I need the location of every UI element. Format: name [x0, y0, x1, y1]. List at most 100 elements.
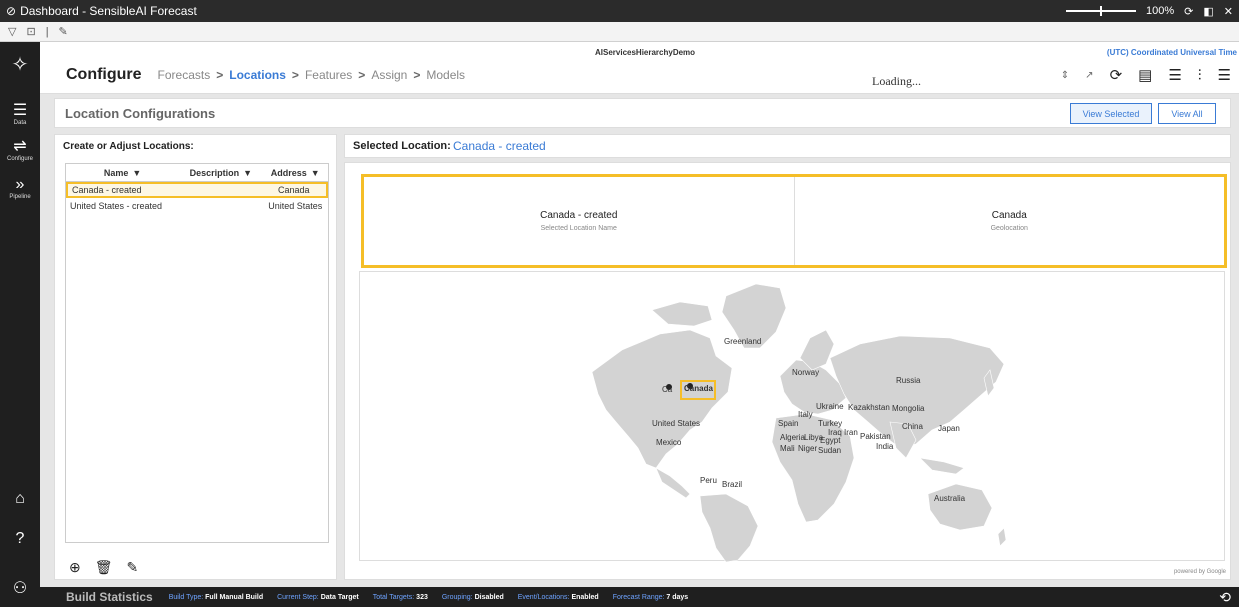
timezone-label[interactable]: (UTC) Coordinated Universal Time — [1107, 48, 1237, 57]
column-description[interactable]: Description ▼ — [179, 164, 262, 181]
map-label-pakistan: Pakistan — [860, 432, 891, 441]
refresh-icon[interactable]: ⟳ — [1110, 66, 1123, 84]
database-settings-icon[interactable]: ☰ — [1168, 66, 1181, 84]
rail-item-pipeline[interactable]: » Pipeline — [0, 176, 40, 200]
add-icon[interactable]: ⊕ — [69, 559, 81, 576]
column-header-label: Name — [103, 167, 129, 178]
chevron-right-icon: > — [413, 68, 421, 82]
close-window-icon[interactable]: ✕ — [1224, 5, 1233, 18]
step-assign[interactable]: Assign — [371, 68, 407, 82]
zoom-slider[interactable] — [1066, 6, 1137, 16]
map-label-algeria: Algeria — [780, 433, 805, 442]
map-label-egypt: Egypt — [820, 436, 841, 445]
map-label-canada-clipped: Ca — [662, 385, 673, 394]
stat-key: Forecast Range: — [612, 593, 665, 601]
card-caption: Geolocation — [990, 225, 1028, 232]
build-statistics-title: Build Statistics — [66, 590, 153, 604]
map-label-norway: Norway — [792, 368, 820, 377]
filter-icon[interactable]: ▼ — [132, 168, 141, 178]
card-caption: Selected Location Name — [540, 225, 617, 232]
table-row[interactable]: Canada - created Canada — [66, 182, 328, 198]
database-icon: ☰ — [12, 102, 28, 119]
sort-icon[interactable]: ⇕ — [1061, 70, 1069, 81]
hierarchy-name: AIServicesHierarchyDemo — [595, 48, 696, 57]
map-label-italy: Italy — [798, 410, 813, 419]
stat-build-type: Build Type: Full Manual Build — [169, 594, 263, 601]
column-name[interactable]: Name ▼ — [66, 164, 179, 181]
step-locations[interactable]: Locations — [229, 68, 286, 82]
breadcrumb: Configure Forecasts > Locations > Featur… — [66, 66, 465, 84]
window-titlebar: ⊘ Dashboard - SensibleAI Forecast 100% ⟳… — [0, 0, 1239, 22]
indonesia-shape — [919, 457, 965, 475]
refresh-window-icon[interactable]: ⟳ — [1184, 5, 1193, 18]
powered-by-google: powered by Google — [1173, 569, 1226, 575]
external-link-icon[interactable]: ↗ — [1085, 70, 1093, 81]
sparkle-logo-icon: ✧ — [11, 54, 29, 76]
refresh-stats-icon[interactable]: ⟲ — [1219, 589, 1231, 606]
edit-icon[interactable]: ✎ — [127, 559, 139, 576]
central-america-shape — [655, 467, 691, 499]
filter-icon[interactable]: ▼ — [311, 168, 320, 178]
stat-current-step: Current Step: Data Target — [277, 594, 359, 601]
world-map[interactable]: Greenland Ca Canada United States Mexico… — [359, 271, 1225, 562]
pencil-icon[interactable]: ✎ — [59, 25, 68, 38]
cell-address: United States — [268, 201, 323, 211]
chevron-right-icon: > — [291, 68, 299, 82]
header-toolbar: ⇕ ↗ ⟳ ▤ ☰ ⫶ ☰ — [1061, 66, 1231, 85]
document-icon[interactable]: ▤ — [1138, 66, 1152, 84]
stat-total-targets: Total Targets: 323 — [373, 594, 428, 601]
user-button[interactable]: ⚇ — [0, 580, 40, 598]
help-button[interactable]: ? — [0, 530, 40, 548]
step-models[interactable]: Models — [426, 68, 465, 82]
map-label-china: China — [902, 422, 923, 431]
grid-header: Name ▼ Description ▼ Address ▼ — [66, 164, 328, 182]
stat-key: Event/Locations: — [517, 593, 570, 601]
rail-item-label: Configure — [6, 156, 33, 162]
restore-window-icon[interactable]: ◧ — [1203, 5, 1213, 18]
chart-search-icon[interactable]: ⫶ — [1198, 67, 1202, 84]
help-icon: ? — [15, 530, 25, 547]
map-label-ukraine: Ukraine — [816, 402, 844, 411]
column-address[interactable]: Address ▼ — [263, 164, 329, 181]
stat-value: Enabled — [571, 593, 599, 601]
stat-value: Disabled — [474, 593, 504, 601]
map-label-mongolia: Mongolia — [892, 404, 925, 413]
step-forecasts[interactable]: Forecasts — [158, 68, 211, 82]
rail-item-data[interactable]: ☰ Data — [0, 102, 40, 126]
map-label-mali: Mali — [780, 444, 795, 453]
home-button[interactable]: ⌂ — [0, 490, 40, 508]
page-title: Configure — [66, 66, 142, 83]
app-icon: ⊘ — [6, 4, 17, 18]
view-all-button[interactable]: View All — [1158, 103, 1216, 124]
database-config-icon[interactable]: ☰ — [1218, 66, 1231, 84]
filter-icon[interactable]: ▼ — [243, 168, 252, 178]
view-selected-button[interactable]: View Selected — [1070, 103, 1152, 124]
cell-address: Canada — [278, 185, 310, 195]
left-rail: ✧ ☰ Data ⇌ Configure » Pipeline ⌂ ? ⚇ — [0, 42, 40, 607]
rail-item-label: Pipeline — [9, 194, 31, 200]
layout-icon[interactable]: ⊡ — [26, 25, 35, 38]
rail-item-label: Data — [13, 120, 27, 126]
rail-item-configure[interactable]: ⇌ Configure — [0, 138, 40, 162]
selected-location-value: Canada - created — [453, 139, 546, 153]
map-label-sudan: Sudan — [818, 446, 842, 455]
chevrons-icon: » — [15, 176, 25, 193]
delete-icon[interactable]: 🗑 — [95, 559, 113, 576]
map-label-peru: Peru — [700, 476, 717, 485]
stat-grouping: Grouping: Disabled — [442, 594, 504, 601]
separator: | — [45, 25, 49, 38]
new-zealand-shape — [997, 527, 1007, 547]
cell-name: United States - created — [70, 201, 163, 211]
stat-key: Build Type: — [168, 593, 204, 601]
app-logo[interactable]: ✧ — [0, 54, 40, 76]
card-value: Canada — [991, 210, 1027, 221]
home-icon: ⌂ — [15, 490, 25, 507]
map-label-iran: Iran — [844, 428, 858, 437]
stat-forecast-range: Forecast Range: 7 days — [613, 594, 689, 601]
stat-value: 7 days — [666, 593, 689, 601]
map-label-greenland: Greenland — [724, 337, 762, 346]
step-features[interactable]: Features — [305, 68, 352, 82]
card-value: Canada - created — [540, 210, 618, 221]
filter-icon[interactable]: ▽ — [8, 25, 16, 38]
table-row[interactable]: United States - created United States — [66, 198, 328, 214]
